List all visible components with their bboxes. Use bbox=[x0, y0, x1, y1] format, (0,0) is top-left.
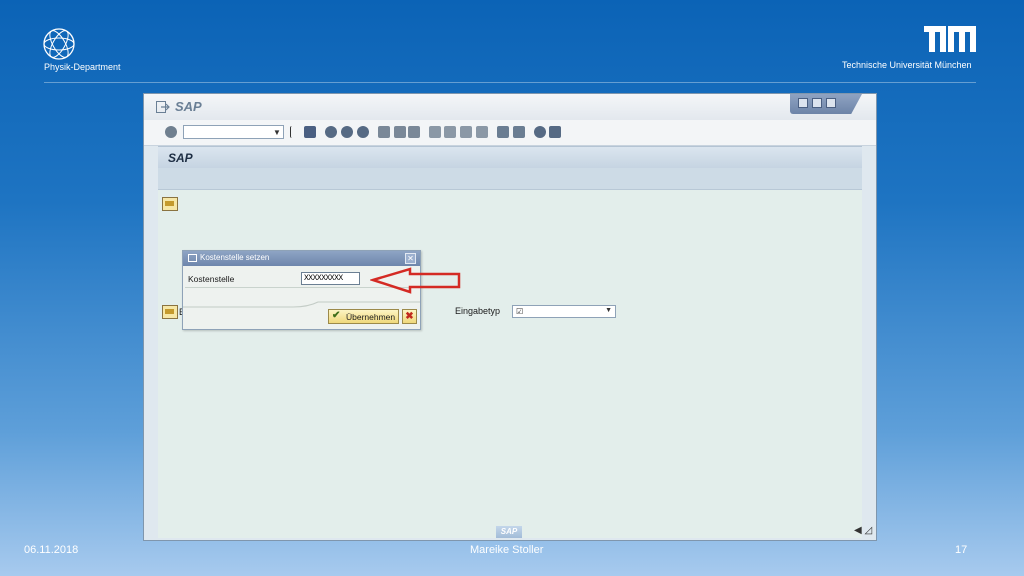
find-next-icon[interactable] bbox=[408, 126, 420, 138]
application-toolbar bbox=[158, 168, 862, 190]
dialog-title: Kostenstelle setzen bbox=[200, 253, 270, 262]
tum-logo bbox=[924, 26, 976, 52]
footer-page-number: 17 bbox=[955, 544, 968, 556]
accept-button-label: Übernehmen bbox=[346, 312, 396, 322]
content-title-bar: SAP bbox=[158, 146, 862, 168]
command-field[interactable] bbox=[183, 125, 284, 139]
window-controls bbox=[790, 94, 862, 114]
cancel-button[interactable]: ✖ bbox=[402, 309, 417, 324]
dialog-window-icon bbox=[188, 254, 197, 262]
checkmark-icon: ✔ bbox=[332, 310, 341, 321]
close-window-button[interactable] bbox=[826, 98, 836, 108]
accept-button[interactable]: ✔ Übernehmen bbox=[328, 309, 399, 324]
layout-icon[interactable] bbox=[549, 126, 561, 138]
sap-window-title: SAP bbox=[175, 99, 202, 114]
kostenstelle-input[interactable]: XXXXXXXXX bbox=[301, 272, 360, 285]
create-session-icon[interactable] bbox=[497, 126, 509, 138]
footer-author: Mareike Stoller bbox=[470, 544, 544, 556]
exit-icon[interactable] bbox=[341, 126, 353, 138]
checkbox-icon: ☑ bbox=[516, 307, 524, 316]
back-icon[interactable] bbox=[290, 126, 298, 138]
save-icon[interactable] bbox=[304, 126, 316, 138]
first-page-icon[interactable] bbox=[429, 126, 441, 138]
eingabetyp-label: Eingabetyp bbox=[455, 306, 501, 316]
university-name: Technische Universität München bbox=[842, 60, 972, 70]
minimize-button[interactable] bbox=[798, 98, 808, 108]
next-page-icon[interactable] bbox=[460, 126, 472, 138]
annotation-arrow bbox=[370, 267, 461, 294]
physics-department-logo bbox=[43, 28, 75, 60]
status-bar-icons[interactable]: ◀ ◿ bbox=[854, 525, 872, 536]
back-nav-icon[interactable] bbox=[325, 126, 337, 138]
header-divider bbox=[44, 82, 976, 83]
prev-page-icon[interactable] bbox=[444, 126, 456, 138]
sap-status-logo: SAP bbox=[496, 526, 522, 538]
department-name: Physik-Department bbox=[44, 62, 121, 72]
folder-button[interactable] bbox=[162, 197, 178, 211]
shortcut-icon[interactable] bbox=[513, 126, 525, 138]
print-icon[interactable] bbox=[378, 126, 390, 138]
cancel-icon[interactable] bbox=[357, 126, 369, 138]
footer-date: 06.11.2018 bbox=[24, 544, 79, 556]
standard-toolbar: ▼ bbox=[144, 120, 876, 146]
chevron-down-icon[interactable]: ▼ bbox=[605, 307, 612, 314]
dialog-close-button[interactable]: ✕ bbox=[405, 253, 416, 264]
last-page-icon[interactable] bbox=[476, 126, 488, 138]
content-title: SAP bbox=[168, 151, 193, 165]
sap-window-icon bbox=[156, 101, 170, 113]
sap-titlebar: SAP bbox=[144, 94, 876, 120]
dialog-button-bar: ✔ Übernehmen ✖ bbox=[183, 307, 420, 329]
eingabetyp-select[interactable]: ☑ ▼ bbox=[512, 305, 616, 318]
enter-icon[interactable] bbox=[165, 126, 177, 138]
find-icon[interactable] bbox=[394, 126, 406, 138]
sap-content-area: SAP E bbox=[158, 146, 862, 538]
dialog-titlebar: Kostenstelle setzen ✕ bbox=[183, 251, 420, 266]
maximize-button[interactable] bbox=[812, 98, 822, 108]
help-icon[interactable] bbox=[534, 126, 546, 138]
kostenstelle-label: Kostenstelle bbox=[188, 274, 235, 284]
folder-button-2[interactable] bbox=[162, 305, 178, 319]
